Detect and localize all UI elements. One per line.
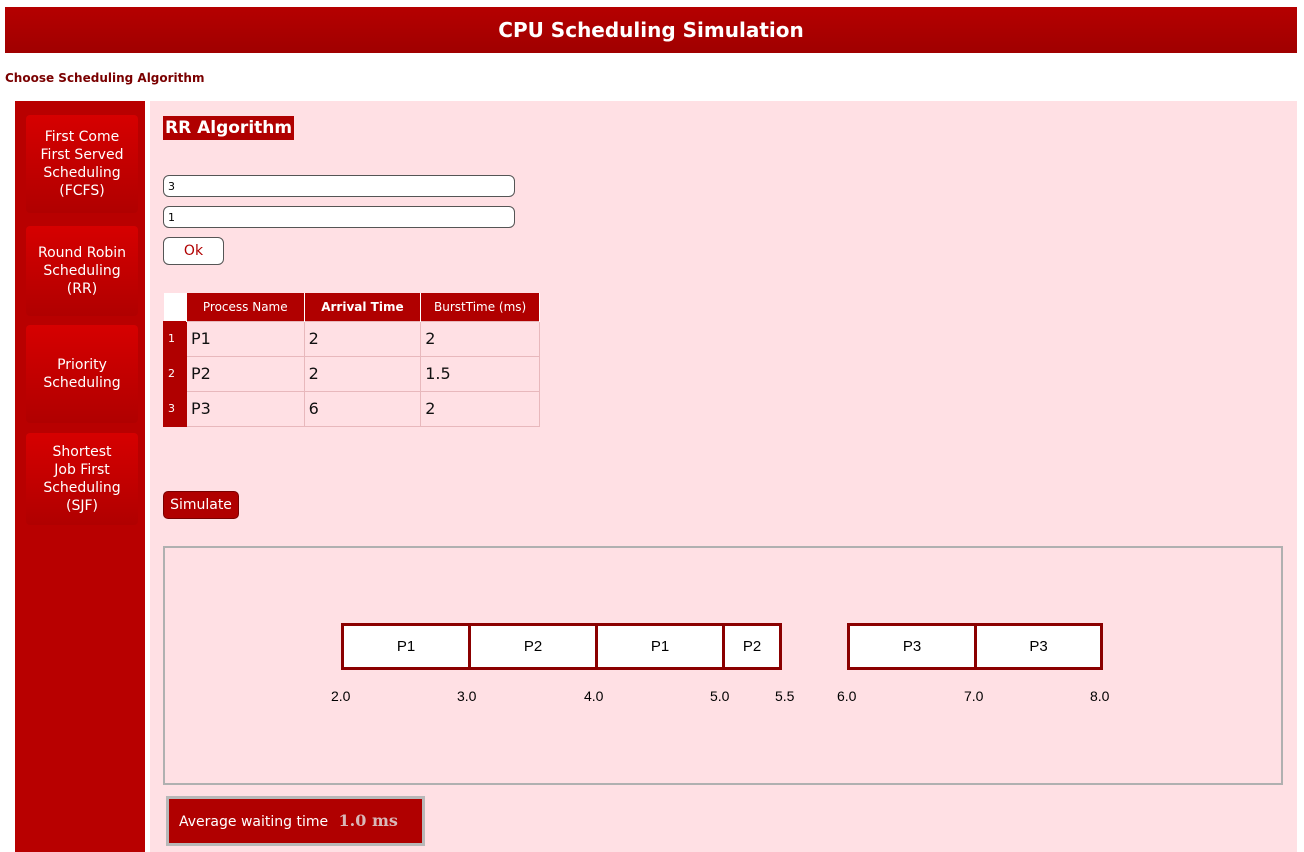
process-name-cell[interactable]: P2 — [185, 355, 305, 392]
app-header: CPU Scheduling Simulation — [5, 7, 1297, 53]
simulate-button[interactable]: Simulate — [163, 491, 239, 519]
sjf-label-line: Job First — [54, 462, 110, 478]
gantt-block: P1 — [341, 623, 468, 670]
fcfs-label-line: First Served — [40, 147, 124, 163]
average-waiting-time-value: 1.0 ms — [338, 811, 398, 830]
rr-label-line: (RR) — [66, 281, 98, 297]
burst-time-cell[interactable]: 1.5 — [420, 355, 540, 392]
fcfs-button[interactable]: First Come First Served Scheduling (FCFS… — [26, 115, 138, 213]
priority-label-line: Scheduling — [43, 375, 121, 391]
table-row: 3 P3 6 2 — [163, 390, 540, 427]
process-name-cell[interactable]: P3 — [185, 390, 305, 427]
sjf-label-line: (SJF) — [66, 498, 98, 514]
table-row: 1 P1 2 2 — [163, 320, 540, 357]
process-name-cell[interactable]: P1 — [185, 320, 305, 357]
fcfs-label-line: First Come — [44, 129, 120, 145]
priority-label-line: Priority — [57, 357, 107, 373]
row-number: 1 — [163, 320, 187, 357]
ok-button[interactable]: Ok — [163, 237, 224, 265]
algorithm-title: RR Algorithm — [163, 116, 295, 140]
average-waiting-time-label: Average waiting time — [179, 814, 329, 830]
process-count-input[interactable] — [163, 175, 515, 197]
column-header-arrival-time: Arrival Time — [304, 293, 422, 321]
fcfs-label-line: Scheduling — [43, 165, 121, 181]
app-title: CPU Scheduling Simulation — [498, 18, 804, 42]
gantt-block: P3 — [847, 623, 974, 670]
priority-button[interactable]: Priority Scheduling — [26, 325, 138, 423]
gantt-tick-label: 6.0 — [837, 688, 857, 704]
process-table: Process Name Arrival Time BurstTime (ms)… — [163, 293, 540, 427]
time-quantum-input[interactable] — [163, 206, 515, 228]
burst-time-cell[interactable]: 2 — [420, 320, 540, 357]
gantt-tick-label: 5.5 — [775, 688, 795, 704]
gantt-tick-label: 7.0 — [964, 688, 984, 704]
gantt-block: P3 — [974, 623, 1103, 670]
gantt-block: P2 — [722, 623, 782, 670]
sjf-label-line: Scheduling — [43, 480, 121, 496]
arrival-time-cell[interactable]: 6 — [303, 390, 422, 427]
algorithm-sidebar: First Come First Served Scheduling (FCFS… — [15, 101, 145, 852]
sjf-button[interactable]: Shortest Job First Scheduling (SJF) — [26, 433, 138, 525]
choose-algorithm-label: Choose Scheduling Algorithm — [5, 71, 205, 85]
gantt-tick-label: 5.0 — [710, 688, 730, 704]
burst-time-cell[interactable]: 2 — [420, 390, 540, 427]
arrival-time-cell[interactable]: 2 — [303, 355, 422, 392]
column-header-burst-time: BurstTime (ms) — [420, 293, 540, 321]
rr-label-line: Scheduling — [43, 263, 121, 279]
table-corner — [163, 293, 187, 321]
gantt-tick-label: 2.0 — [331, 688, 351, 704]
fcfs-label-line: (FCFS) — [59, 183, 105, 199]
gantt-tick-label: 3.0 — [457, 688, 477, 704]
table-row: 2 P2 2 1.5 — [163, 355, 540, 392]
column-header-process-name: Process Name — [186, 293, 305, 321]
rr-label-line: Round Robin — [37, 245, 127, 261]
average-waiting-time-box: Average waiting time 1.0 ms — [166, 796, 425, 846]
round-robin-button[interactable]: Round Robin Scheduling (RR) — [26, 226, 138, 316]
gantt-block: P2 — [468, 623, 595, 670]
row-number: 3 — [163, 390, 187, 427]
gantt-tick-label: 4.0 — [584, 688, 604, 704]
row-number: 2 — [163, 355, 187, 392]
sjf-label-line: Shortest — [52, 444, 112, 460]
gantt-tick-label: 8.0 — [1090, 688, 1110, 704]
arrival-time-cell[interactable]: 2 — [303, 320, 422, 357]
gantt-block: P1 — [595, 623, 722, 670]
